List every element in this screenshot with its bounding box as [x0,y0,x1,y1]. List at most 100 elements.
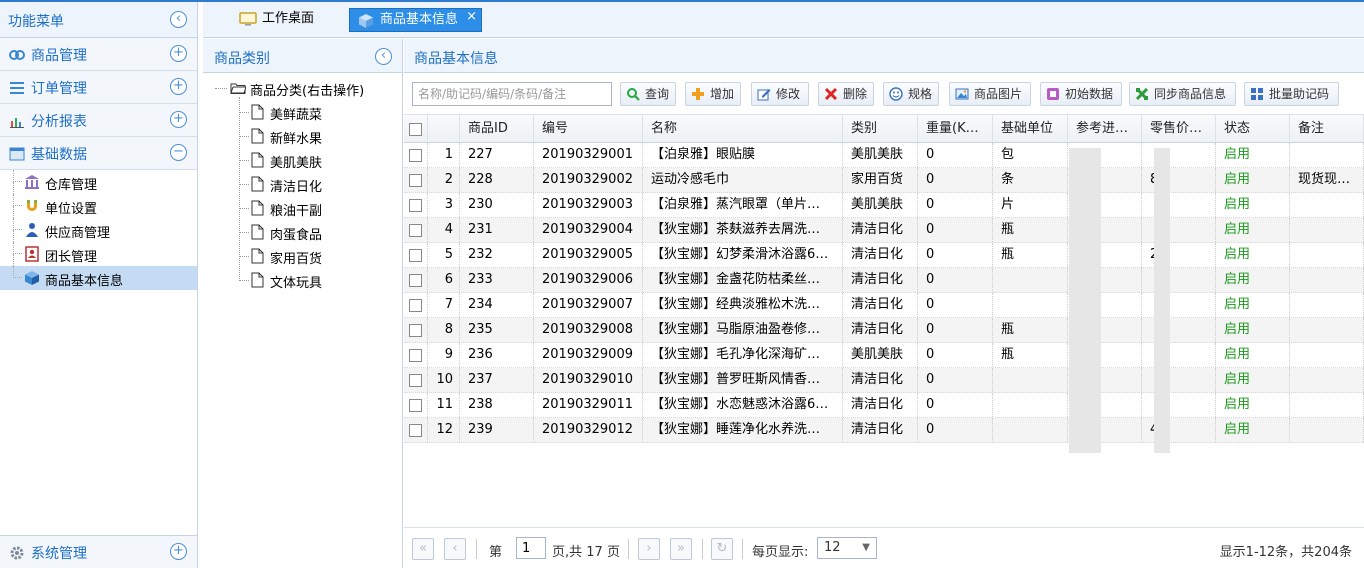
cell-note [1290,218,1364,242]
batch-mnemonic-button[interactable]: 批量助记码 [1244,82,1339,106]
cell-code: 20190329010 [534,368,643,392]
row-checkbox[interactable] [409,274,422,287]
table-row[interactable]: 423120190329004【狄宝娜】茶麸滋养去屑洗…清洁日化0瓶(启用 [404,218,1364,243]
column-header[interactable]: 参考进… [1068,115,1142,142]
submenu-goods-basic-info[interactable]: 商品基本信息 [0,266,197,290]
row-checkbox[interactable] [409,324,422,337]
table-row[interactable]: 6 233 20190329006 【狄宝娜】金盏花防枯柔丝… 清洁日化 0 启用 [404,268,1364,293]
cell-w: 0 [918,368,993,392]
table-row[interactable]: 222820190329002运动冷感毛巾家用百货0条48启用现货现… [404,168,1364,193]
table-row[interactable]: 10 237 20190329010 【狄宝娜】普罗旺斯风情香… 清洁日化 0 启用 [404,368,1364,393]
collapse-left-icon[interactable]: ‹ [375,48,392,65]
menu-group-goods[interactable]: 商品管理 + [0,38,197,71]
first-page-button[interactable]: « [412,538,434,560]
row-checkbox[interactable] [409,249,422,262]
query-button[interactable]: 查询 [620,82,676,106]
submenu-warehouse[interactable]: 仓库管理 [0,170,197,194]
menu-group-basic-data[interactable]: 基础数据 − [0,137,197,170]
table-row[interactable]: 323020190329003【泊泉雅】蒸汽眼罩（单片…美肌美肤0片3启用 [404,193,1364,218]
column-header[interactable]: 备注 [1290,115,1364,142]
edit-button[interactable]: 修改 [751,82,809,106]
add-button[interactable]: 增加 [685,82,741,106]
column-header[interactable]: 商品ID [460,115,534,142]
row-checkbox[interactable] [409,199,422,212]
next-page-button[interactable]: › [638,538,660,560]
expand-plus-icon[interactable]: + [170,543,187,560]
menu-group-reports[interactable]: 分析报表 + [0,104,197,137]
expand-plus-icon[interactable]: + [170,111,187,128]
submenu-leader[interactable]: 团长管理 [0,242,197,266]
file-icon [251,128,264,144]
cell-code: 20190329005 [534,243,643,267]
row-checkbox[interactable] [409,224,422,237]
row-checkbox[interactable] [409,349,422,362]
table-row[interactable]: 7 234 20190329007 【狄宝娜】经典淡雅松木洗… 清洁日化 0 启用 [404,293,1364,318]
search-input[interactable] [412,82,612,106]
pagination: « ‹ 第 页,共 17 页 › » ↻ 每页显示: 12 ▼ 显示1-12条，… [404,527,1364,568]
table-row[interactable]: 9 236 20190329009 【狄宝娜】毛孔净化深海矿… 美肌美肤 0 瓶 启用 [404,343,1364,368]
cell-w: 0 [918,243,993,267]
row-checkbox[interactable] [409,299,422,312]
row-checkbox[interactable] [409,424,422,437]
cell-note [1290,143,1364,167]
table-row[interactable]: 8 235 20190329008 【狄宝娜】马脂原油盈卷修… 清洁日化 0 瓶 启用 [404,318,1364,343]
button-label: 初始数据 [1065,87,1114,101]
tree-node-label: 粮油干副 [270,204,323,219]
sync-goods-button[interactable]: 同步商品信息 [1129,82,1236,106]
column-header[interactable]: 类别 [843,115,918,142]
cell-id: 239 [460,418,534,442]
table-row[interactable]: 122720190329001【泊泉雅】眼贴膜美肌美肤0包1启用 [404,143,1364,168]
page-number-input[interactable] [516,537,546,559]
menu-group-orders[interactable]: 订单管理 + [0,71,197,104]
file-icon [251,176,264,192]
collapse-minus-icon[interactable]: − [170,144,187,161]
last-page-button[interactable]: » [670,538,692,560]
submenu-supplier[interactable]: 供应商管理 [0,218,197,242]
menu-group-system[interactable]: 系统管理 + [0,535,197,568]
spec-button[interactable]: 规格 [883,82,939,106]
cell-name: 【狄宝娜】水恋魅惑沐浴露6… [643,393,843,417]
tab-workbench[interactable]: 工作桌面 [237,8,337,32]
per-page-select[interactable]: 12 ▼ [817,537,877,559]
expand-plus-icon[interactable]: + [170,78,187,95]
table-row[interactable]: 1223920190329012【狄宝娜】睡莲净化水养洗…清洁日化04启用 [404,418,1364,443]
column-header[interactable]: 名称 [643,115,843,142]
collapse-left-icon[interactable]: ‹ [170,11,187,28]
contact-card-icon [25,246,39,262]
row-checkbox[interactable] [409,374,422,387]
cell-unit: 条 [993,168,1068,192]
close-icon[interactable]: × [466,6,477,28]
cell-cat: 美肌美肤 [843,193,918,217]
expand-plus-icon[interactable]: + [170,45,187,62]
toolbar: 查询 增加 修改 删除 规格 商品图片 初始数据 同步商品信息 [404,80,1364,106]
delete-button[interactable]: 删除 [818,82,874,106]
tree-node-label: 清洁日化 [270,180,323,195]
cell-name: 【狄宝娜】普罗旺斯风情香… [643,368,843,392]
row-checkbox[interactable] [409,149,422,162]
column-header[interactable]: 重量(K… [918,115,993,142]
cell-n: 1 [428,143,460,167]
submenu-unit-settings[interactable]: 单位设置 [0,194,197,218]
table-row[interactable]: 11 238 20190329011 【狄宝娜】水恋魅惑沐浴露6… 清洁日化 0 启用 [404,393,1364,418]
column-header[interactable]: 零售价… [1142,115,1216,142]
cell-unit [993,293,1068,317]
cell-status: 启用 [1216,293,1290,317]
table-row[interactable]: 523220190329005【狄宝娜】幻梦柔滑沐浴露6…清洁日化0瓶(2启用 [404,243,1364,268]
row-checkbox[interactable] [409,174,422,187]
tab-goods-basic-info[interactable]: 商品基本信息 × [349,8,482,32]
cell-note [1290,293,1364,317]
column-header[interactable]: 状态 [1216,115,1290,142]
row-checkbox[interactable] [409,399,422,412]
refresh-icon[interactable]: ↻ [711,538,733,560]
prev-page-button[interactable]: ‹ [444,538,466,560]
image-icon [955,88,969,100]
select-all-checkbox[interactable] [409,123,422,136]
initial-data-button[interactable]: 初始数据 [1040,82,1122,106]
column-header[interactable]: 基础单位 [993,115,1068,142]
goods-image-button[interactable]: 商品图片 [949,82,1031,106]
cell-cat: 清洁日化 [843,243,918,267]
tab-label: 工作桌面 [262,11,315,26]
cell-status: 启用 [1216,243,1290,267]
cell-note [1290,318,1364,342]
column-header[interactable]: 编号 [534,115,643,142]
